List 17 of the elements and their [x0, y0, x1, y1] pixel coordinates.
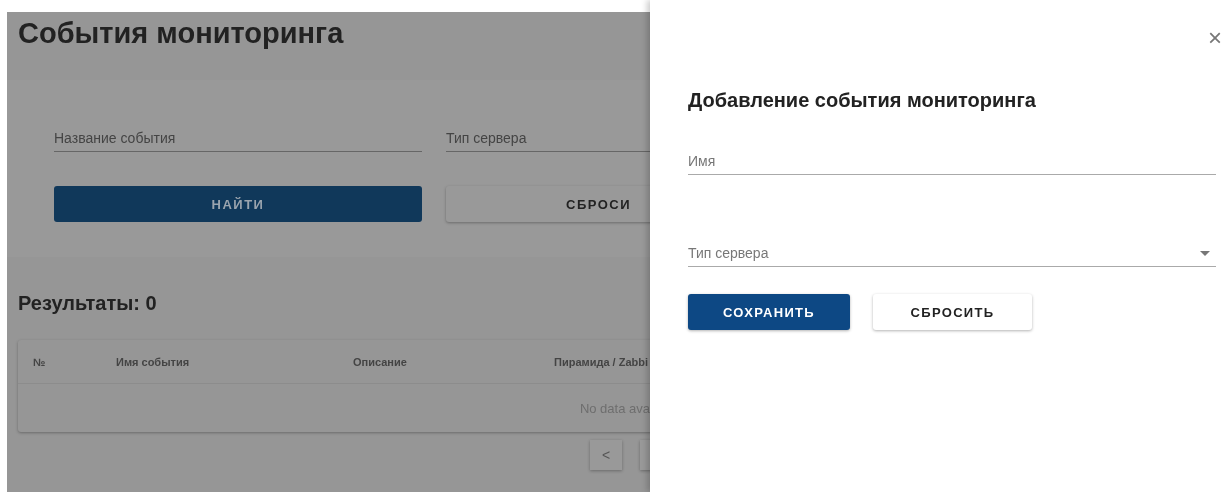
column-header: Имя события	[116, 355, 190, 368]
previous-page-button[interactable]: <	[590, 440, 622, 470]
column-header: №	[33, 355, 46, 368]
reset-button[interactable]: СБРОСИ	[446, 186, 650, 222]
results-title: Результаты: 0	[17, 291, 158, 316]
drawer-title: Добавление события мониторинга	[688, 89, 1037, 112]
search-button[interactable]: НАЙТИ	[54, 186, 422, 222]
save-button[interactable]: СОХРАНИТЬ	[688, 294, 850, 330]
input-field[interactable]: Имя	[688, 153, 1216, 175]
page-title: События мониторинга	[17, 16, 345, 51]
select-field[interactable]: Тип сервера	[688, 245, 1216, 267]
column-header: Описание	[353, 355, 407, 368]
caret-icon	[1200, 250, 1210, 256]
column-header: Пирамида / Zabbi	[554, 355, 648, 368]
reset-button[interactable]: СБРОСИТЬ	[873, 294, 1032, 330]
close-button[interactable]: ×	[1206, 26, 1224, 50]
input-field[interactable]: Название события	[54, 130, 422, 152]
